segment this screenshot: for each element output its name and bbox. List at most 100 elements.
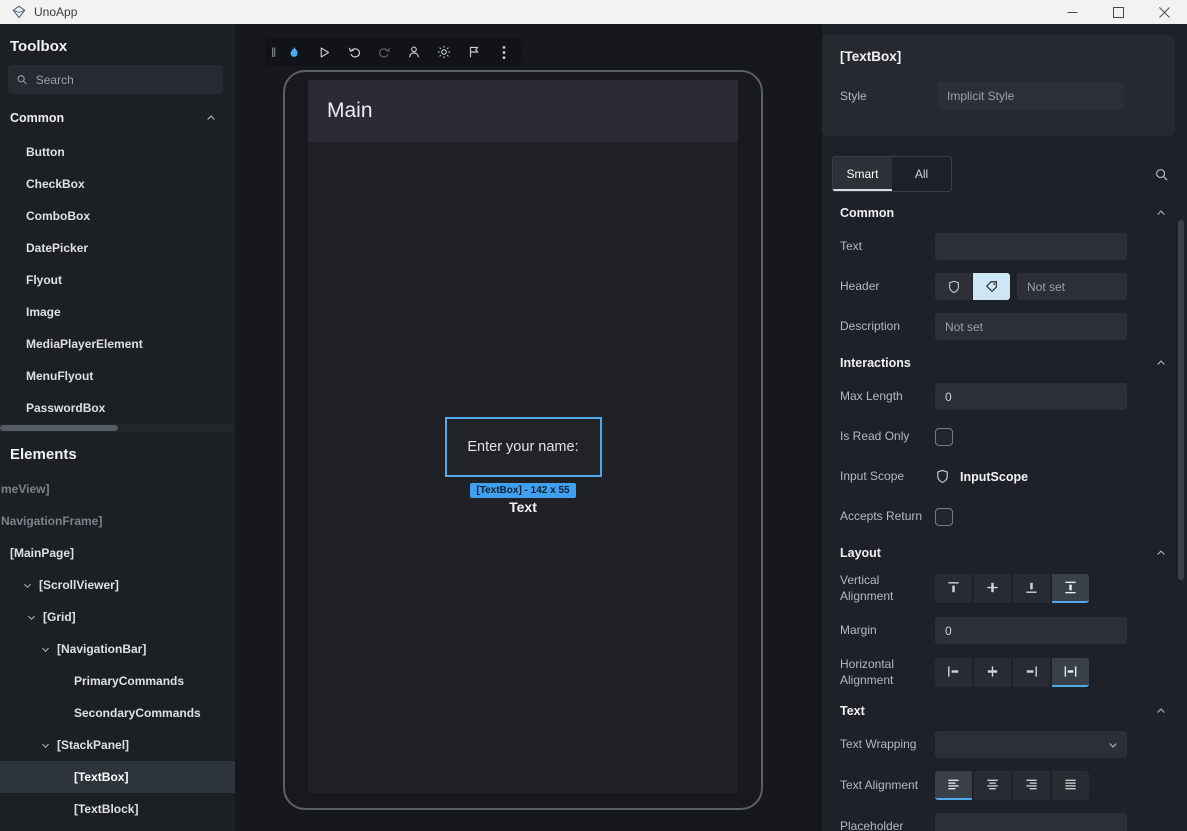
selected-textbox-element[interactable]: Enter your name: [445, 417, 602, 477]
element-item-navigationframe[interactable]: NavigationFrame] [0, 505, 235, 537]
redo-button[interactable] [371, 40, 397, 64]
section-text[interactable]: Text [840, 704, 1167, 718]
margin-input[interactable] [935, 617, 1127, 644]
element-item-grid[interactable]: [Grid] [0, 601, 235, 633]
style-input[interactable] [937, 82, 1124, 109]
minimize-button[interactable] [1049, 0, 1095, 24]
align-bottom-icon [1024, 580, 1039, 595]
toolbox-item-button[interactable]: Button [0, 136, 235, 168]
text-align-left-button[interactable] [935, 771, 972, 800]
input-scope-value[interactable]: InputScope [935, 469, 1028, 484]
section-interactions[interactable]: Interactions [840, 356, 1167, 370]
valign-top-button[interactable] [935, 574, 972, 603]
elements-title: Elements [0, 432, 235, 473]
left-sidebar: Toolbox Common Button CheckBox ComboBox … [0, 24, 235, 831]
placeholder-input[interactable] [935, 813, 1127, 831]
toolbox-item-image[interactable]: Image [0, 296, 235, 328]
element-item-textblock[interactable]: [TextBlock] [0, 793, 235, 825]
chevron-down-icon[interactable] [22, 580, 33, 591]
chevron-down-icon[interactable] [26, 612, 37, 623]
toolbox-item-mediaplayerelement[interactable]: MediaPlayerElement [0, 328, 235, 360]
account-button[interactable] [401, 40, 427, 64]
text-align-center-button[interactable] [974, 771, 1011, 800]
text-align-justify-icon [1063, 777, 1078, 792]
element-item-secondarycommands[interactable]: SecondaryCommands [0, 697, 235, 729]
max-length-input[interactable] [935, 383, 1127, 410]
app-page-header[interactable]: Main [308, 80, 738, 142]
toolbox-item-label: DatePicker [26, 241, 88, 255]
element-label: [MainPage] [10, 546, 74, 560]
toolbox-item-passwordbox[interactable]: PasswordBox [0, 392, 235, 424]
toolbox-item-menuflyout[interactable]: MenuFlyout [0, 360, 235, 392]
search-icon [16, 73, 28, 86]
property-row-max-length: Max Length [840, 383, 1167, 410]
header-input[interactable] [1017, 273, 1127, 300]
chevron-up-icon [1155, 547, 1167, 559]
valign-bottom-button[interactable] [1013, 574, 1050, 603]
element-item-frameview[interactable]: meView] [0, 473, 235, 505]
toolbox-item-checkbox[interactable]: CheckBox [0, 168, 235, 200]
play-button[interactable] [311, 40, 337, 64]
element-item-scrollviewer[interactable]: [ScrollViewer] [0, 569, 235, 601]
properties-scrollbar[interactable] [1178, 220, 1184, 580]
scrollbar-thumb[interactable] [0, 425, 118, 431]
header-binding-button[interactable] [935, 273, 972, 300]
element-item-textbox[interactable]: [TextBox] [0, 761, 235, 793]
theme-toggle-button[interactable] [431, 40, 457, 64]
text-align-right-button[interactable] [1013, 771, 1050, 800]
tab-smart[interactable]: Smart [833, 157, 892, 191]
text-align-justify-button[interactable] [1052, 771, 1089, 800]
property-row-header: Header [840, 273, 1167, 300]
element-item-stackpanel[interactable]: [StackPanel] [0, 729, 235, 761]
toolbox-horizontal-scrollbar[interactable] [0, 424, 235, 432]
element-item-navigationbar[interactable]: [NavigationBar] [0, 633, 235, 665]
toolbox-item-datepicker[interactable]: DatePicker [0, 232, 235, 264]
text-wrapping-dropdown[interactable] [935, 731, 1127, 758]
property-label: Text Alignment [840, 778, 935, 794]
search-input[interactable] [36, 73, 215, 87]
valign-center-button[interactable] [974, 574, 1011, 603]
chevron-down-icon[interactable] [40, 644, 51, 655]
redo-icon [377, 45, 392, 59]
halign-stretch-button[interactable] [1052, 658, 1089, 687]
property-label: Text [840, 239, 935, 255]
toolbox-item-flyout[interactable]: Flyout [0, 264, 235, 296]
chevron-down-icon[interactable] [40, 740, 51, 751]
guidelines-button[interactable] [461, 40, 487, 64]
textblock-element[interactable]: Text [509, 499, 537, 515]
section-title: Common [840, 206, 894, 220]
drag-handle-icon[interactable]: ‖ [271, 45, 277, 60]
hot-reload-flame-button[interactable] [281, 40, 307, 64]
more-options-button[interactable] [491, 40, 517, 64]
halign-right-button[interactable] [1013, 658, 1050, 687]
halign-center-button[interactable] [974, 658, 1011, 687]
header-tag-button[interactable] [973, 273, 1010, 300]
app-page-body[interactable]: Enter your name: [TextBox] - 142 x 55 Te… [308, 142, 738, 793]
section-layout[interactable]: Layout [840, 546, 1167, 560]
flag-icon [467, 45, 481, 59]
element-label: [NavigationBar] [57, 642, 146, 656]
section-common[interactable]: Common [840, 206, 1167, 220]
vertical-alignment-group [935, 574, 1089, 603]
toolbox-section-common[interactable]: Common [0, 100, 235, 136]
toolbox-item-label: Button [26, 145, 65, 159]
accepts-return-checkbox[interactable] [935, 508, 953, 526]
element-item-primarycommands[interactable]: PrimaryCommands [0, 665, 235, 697]
tab-all[interactable]: All [892, 157, 951, 191]
property-label: Description [840, 319, 935, 335]
toolbox-item-combobox[interactable]: ComboBox [0, 200, 235, 232]
undo-button[interactable] [341, 40, 367, 64]
element-item-mainpage[interactable]: [MainPage] [0, 537, 235, 569]
scrollbar-thumb[interactable] [1178, 220, 1184, 580]
property-label: Vertical Alignment [840, 573, 935, 604]
close-button[interactable] [1141, 0, 1187, 24]
property-row-accepts-return: Accepts Return [840, 503, 1167, 530]
maximize-button[interactable] [1095, 0, 1141, 24]
halign-left-button[interactable] [935, 658, 972, 687]
property-row-input-scope: Input Scope InputScope [840, 463, 1167, 490]
description-input[interactable] [935, 313, 1127, 340]
is-read-only-checkbox[interactable] [935, 428, 953, 446]
properties-search-icon[interactable] [1154, 167, 1169, 182]
valign-stretch-button[interactable] [1052, 574, 1089, 603]
text-input[interactable] [935, 233, 1127, 260]
